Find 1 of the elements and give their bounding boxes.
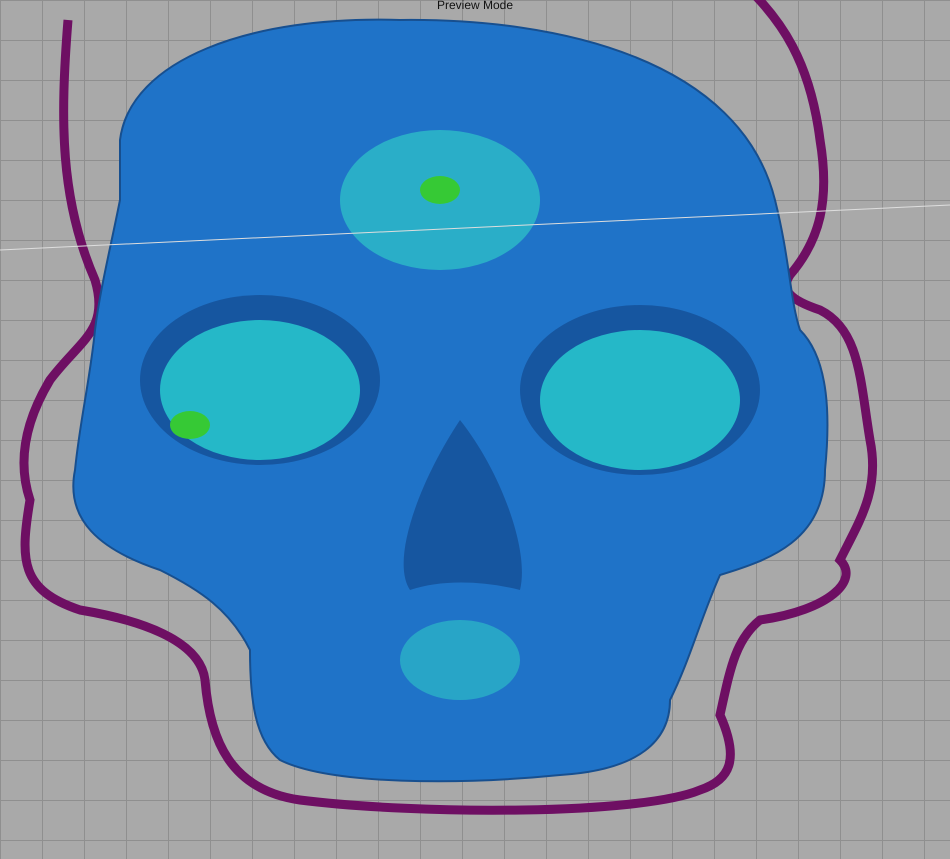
mode-label: Preview Mode xyxy=(436,0,514,12)
